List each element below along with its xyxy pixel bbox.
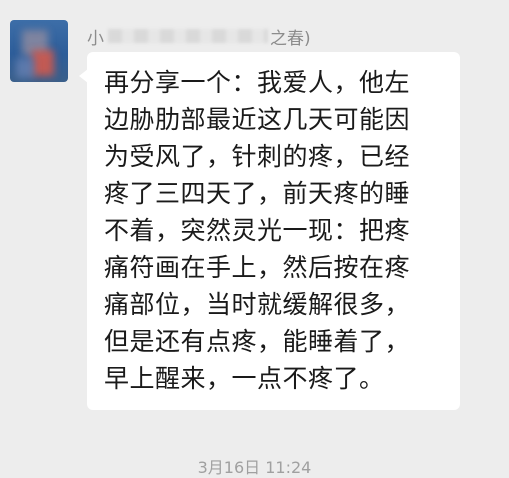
sender-name: 小 之春) (87, 24, 311, 49)
message-line: 早上醒来，一点不疼了。 (104, 364, 385, 393)
sender-name-suffix: 之春) (270, 28, 311, 49)
message-line: 边胁肋部最近这几天可能因 (104, 105, 411, 134)
sender-name-prefix: 小 (87, 28, 104, 49)
message-line: 不着，突然灵光一现：把疼 (104, 216, 411, 245)
message-line: 疼了三四天了，前天疼的睡 (104, 179, 411, 208)
message-timestamp: 3月16日 11:24 (197, 458, 312, 477)
message-line: 但是还有点疼，能睡着了， (104, 327, 411, 356)
message-line: 为受风了，针刺的疼，已经 (104, 142, 411, 171)
avatar[interactable] (10, 20, 68, 82)
message-line: 痛部位，当时就缓解很多， (104, 290, 411, 319)
redacted-name (108, 29, 268, 43)
message-line: 痛符画在手上，然后按在疼 (104, 253, 411, 282)
avatar-blur (32, 50, 54, 76)
chat-view: 小 之春) 再分享一个：我爱人，他左 边胁肋部最近这几天可能因 为受风了，针刺的… (0, 0, 509, 477)
message-line: 再分享一个：我爱人，他左 (104, 68, 411, 97)
avatar-blur (16, 58, 34, 78)
message-bubble[interactable]: 再分享一个：我爱人，他左 边胁肋部最近这几天可能因 为受风了，针刺的疼，已经 疼… (79, 52, 460, 410)
